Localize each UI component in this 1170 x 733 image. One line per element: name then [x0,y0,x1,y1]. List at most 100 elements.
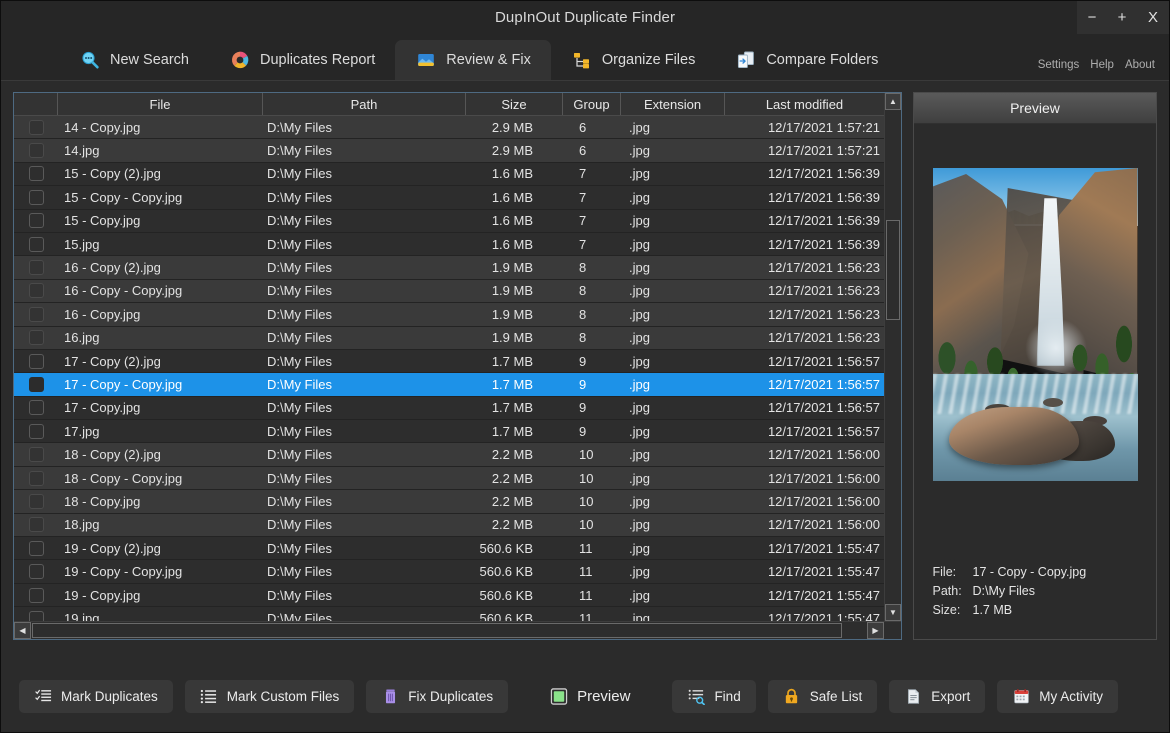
column-header-extension[interactable]: Extension [621,93,725,115]
row-checkbox-cell[interactable] [14,376,58,392]
column-header-group[interactable]: Group [563,93,621,115]
settings-link[interactable]: Settings [1038,59,1080,71]
column-header-select[interactable] [14,93,58,115]
scroll-right-icon[interactable]: ▶ [867,622,884,639]
row-checkbox[interactable] [28,260,44,276]
mark-custom-files-button[interactable]: Mark Custom Files [184,679,355,713]
about-link[interactable]: About [1125,59,1155,71]
fix-duplicates-button[interactable]: Fix Duplicates [366,679,509,713]
find-button[interactable]: Find [672,679,756,713]
minimize-button[interactable]: − [1077,1,1107,34]
preview-image[interactable] [932,168,1138,481]
table-row[interactable]: 19 - Copy - Copy.jpg D:\My Files 560.6 KB 1… [14,560,884,584]
row-checkbox[interactable] [28,564,44,580]
horizontal-scroll-thumb[interactable] [32,623,842,638]
tab-compare-folders[interactable]: Compare Folders [715,40,898,80]
row-checkbox-cell[interactable] [14,143,58,159]
table-row[interactable]: 19 - Copy (2).jpg D:\My Files 560.6 KB 11 .j… [14,537,884,561]
table-row[interactable]: 15 - Copy (2).jpg D:\My Files 1.6 MB 7 .jpg 1… [14,163,884,187]
table-row[interactable]: 18.jpg D:\My Files 2.2 MB 10 .jpg 12/17/2021 … [14,513,884,538]
table-row[interactable]: 14.jpg D:\My Files 2.9 MB 6 .jpg 12/17/2021 1… [14,139,884,163]
table-row[interactable]: 17 - Copy.jpg D:\My Files 1.7 MB 9 .jpg 12/17… [14,397,884,421]
table-row[interactable]: 19.jpg D:\My Files 560.6 KB 11 .jpg 12/17/202… [14,607,884,621]
horizontal-scroll-track[interactable] [31,622,867,639]
table-row[interactable]: 16 - Copy (2).jpg D:\My Files 1.9 MB 8 .jpg 1… [14,256,884,280]
row-checkbox-cell[interactable] [14,353,58,369]
row-checkbox[interactable] [28,400,44,416]
scroll-up-icon[interactable]: ▲ [885,93,901,110]
column-header-size[interactable]: Size [466,93,563,115]
table-row[interactable]: 18 - Copy - Copy.jpg D:\My Files 2.2 MB 10.… [14,466,884,491]
table-row[interactable]: 14 - Copy.jpg D:\My Files 2.9 MB 6 .jpg 12/17… [14,116,884,140]
row-checkbox[interactable] [28,213,44,229]
row-checkbox[interactable] [28,540,44,556]
table-row[interactable]: 17 - Copy - Copy.jpg D:\My Files 1.7 MB 9 .j… [14,373,884,397]
table-row[interactable]: 17.jpg D:\My Files 1.7 MB 9 .jpg 12/17/2021 1… [14,420,884,444]
mark-duplicates-button[interactable]: Mark Duplicates [19,679,173,713]
scroll-down-icon[interactable]: ▼ [885,604,901,621]
table-row[interactable]: 15 - Copy - Copy.jpg D:\My Files 1.6 MB 7 .j… [14,186,884,210]
row-checkbox-cell[interactable] [14,166,58,182]
safe-list-button[interactable]: Safe List [767,679,878,713]
row-checkbox-cell[interactable] [14,587,58,603]
row-checkbox[interactable] [28,376,44,392]
table-row[interactable]: 19 - Copy.jpg D:\My Files 560.6 KB 11 .jpg 12… [14,584,884,608]
tab-review-and-fix[interactable]: Review & Fix [395,40,551,80]
column-header-file[interactable]: File [58,93,263,115]
table-row[interactable]: 16 - Copy - Copy.jpg D:\My Files 1.9 MB 8 .j… [14,279,884,304]
maximize-button[interactable]: + [1107,1,1137,34]
row-checkbox[interactable] [28,236,44,252]
horizontal-scrollbar[interactable]: ◀ ▶ [14,621,901,639]
tab-organize-files[interactable]: Organize Files [551,40,715,80]
row-checkbox[interactable] [28,517,44,533]
row-checkbox-cell[interactable] [14,470,58,486]
row-checkbox-cell[interactable] [14,517,58,533]
row-checkbox-cell[interactable] [14,493,58,509]
row-checkbox-cell[interactable] [14,213,58,229]
vertical-scrollbar[interactable]: ▲ ▼ [884,93,901,621]
row-checkbox[interactable] [28,143,44,159]
vertical-scroll-thumb[interactable] [886,220,900,320]
table-row[interactable]: 16 - Copy.jpg D:\My Files 1.9 MB 8 .jpg 12/17… [14,303,884,327]
row-checkbox-cell[interactable] [14,400,58,416]
row-checkbox[interactable] [28,306,44,322]
preview-toggle-button[interactable]: Preview [542,680,638,713]
row-checkbox-cell[interactable] [14,236,58,252]
row-checkbox[interactable] [28,610,44,621]
column-header-last-modified[interactable]: Last modified [725,93,884,115]
export-button[interactable]: Export [889,679,986,713]
tab-duplicates-report[interactable]: Duplicates Report [209,40,395,80]
table-row[interactable]: 18 - Copy.jpg D:\My Files 2.2 MB 10 .jpg 12/1… [14,490,884,514]
row-checkbox-cell[interactable] [14,260,58,276]
scroll-left-icon[interactable]: ◀ [14,622,31,639]
row-checkbox[interactable] [28,189,44,205]
row-checkbox-cell[interactable] [14,564,58,580]
row-checkbox[interactable] [28,493,44,509]
row-checkbox-cell[interactable] [14,189,58,205]
help-link[interactable]: Help [1090,59,1114,71]
row-checkbox-cell[interactable] [14,330,58,346]
table-row[interactable]: 17 - Copy (2).jpg D:\My Files 1.7 MB 9 .jpg 1… [14,350,884,374]
row-checkbox-cell[interactable] [14,540,58,556]
vertical-scroll-track[interactable] [885,110,901,604]
row-checkbox[interactable] [28,470,44,486]
row-checkbox[interactable] [28,166,44,182]
row-checkbox[interactable] [28,330,44,346]
row-checkbox[interactable] [28,587,44,603]
row-checkbox-cell[interactable] [14,447,58,463]
column-header-path[interactable]: Path [263,93,466,115]
close-button[interactable]: X [1137,1,1169,34]
table-row[interactable]: 15.jpg D:\My Files 1.6 MB 7 .jpg 12/17/2021 1… [14,233,884,257]
row-checkbox[interactable] [28,447,44,463]
table-row[interactable]: 16.jpg D:\My Files 1.9 MB 8 .jpg 12/17/2021 1… [14,326,884,350]
row-checkbox-cell[interactable] [14,119,58,135]
row-checkbox[interactable] [28,119,44,135]
my-activity-button[interactable]: My Activity [997,679,1119,713]
table-row[interactable]: 15 - Copy.jpg D:\My Files 1.6 MB 7 .jpg 12/17… [14,210,884,233]
row-checkbox[interactable] [28,353,44,369]
row-checkbox[interactable] [28,283,44,299]
row-checkbox-cell[interactable] [14,423,58,439]
table-row[interactable]: 18 - Copy (2).jpg D:\My Files 2.2 MB 10 .jpg… [14,443,884,467]
row-checkbox[interactable] [28,423,44,439]
tab-new-search[interactable]: New Search [59,40,209,80]
